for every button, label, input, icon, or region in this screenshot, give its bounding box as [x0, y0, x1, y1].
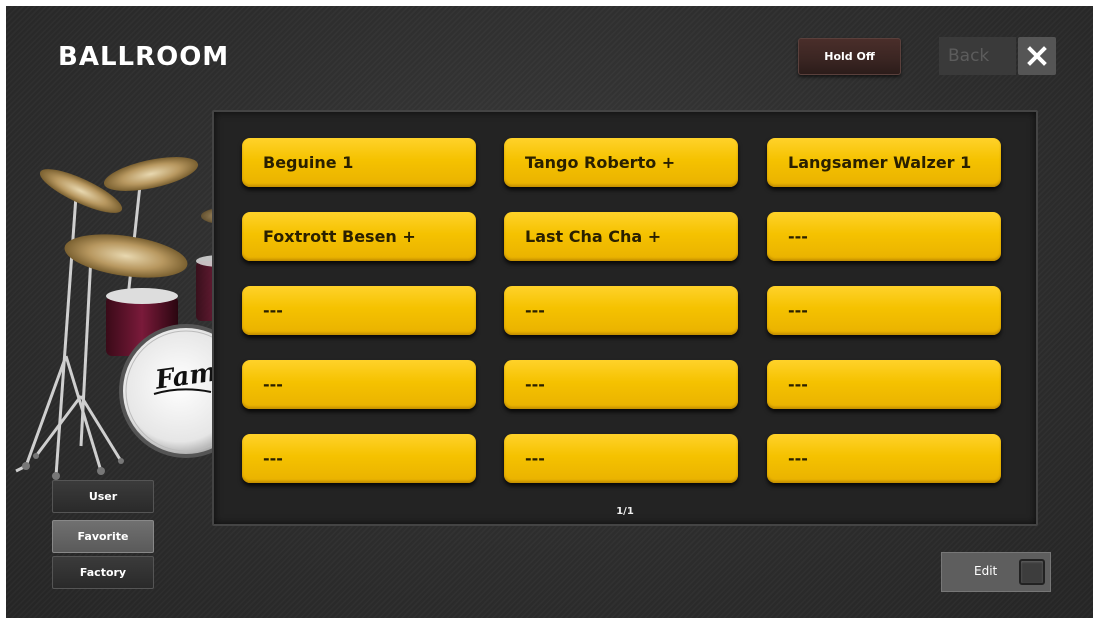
style-slot-1[interactable]: Beguine 1 [242, 138, 476, 187]
style-slot-8[interactable]: --- [504, 286, 738, 335]
drum-kit-image: Fame [15, 157, 246, 480]
style-slot-11[interactable]: --- [504, 360, 738, 409]
style-slot-14[interactable]: --- [504, 434, 738, 483]
style-slot-12[interactable]: --- [767, 360, 1001, 409]
style-slot-10[interactable]: --- [242, 360, 476, 409]
page-indicator: 1/1 [616, 506, 634, 517]
close-icon [1027, 46, 1047, 66]
edit-indicator-icon [1019, 559, 1045, 585]
style-slot-6[interactable]: --- [767, 212, 1001, 261]
close-button[interactable] [1018, 37, 1056, 75]
favorite-button[interactable]: Favorite [52, 520, 154, 553]
style-slot-15[interactable]: --- [767, 434, 1001, 483]
back-button[interactable]: Back [939, 37, 1016, 75]
style-slot-2[interactable]: Tango Roberto + [504, 138, 738, 187]
page-title: BALLROOM [58, 42, 230, 72]
style-slot-5[interactable]: Last Cha Cha + [504, 212, 738, 261]
style-slot-3[interactable]: Langsamer Walzer 1 [767, 138, 1001, 187]
style-favorites-screen: BALLROOM Hold Off Back Fame Beguine 1 Ta… [6, 6, 1093, 618]
style-slot-panel: Beguine 1 Tango Roberto + Langsamer Walz… [212, 110, 1038, 526]
factory-button[interactable]: Factory [52, 556, 154, 589]
hold-button[interactable]: Hold Off [798, 38, 901, 75]
edit-label: Edit [974, 564, 998, 578]
style-slot-9[interactable]: --- [767, 286, 1001, 335]
back-label: Back [948, 46, 990, 66]
edit-button[interactable]: Edit [941, 552, 1051, 592]
user-button[interactable]: User [52, 480, 154, 513]
style-slot-7[interactable]: --- [242, 286, 476, 335]
style-slot-13[interactable]: --- [242, 434, 476, 483]
style-slot-4[interactable]: Foxtrott Besen + [242, 212, 476, 261]
